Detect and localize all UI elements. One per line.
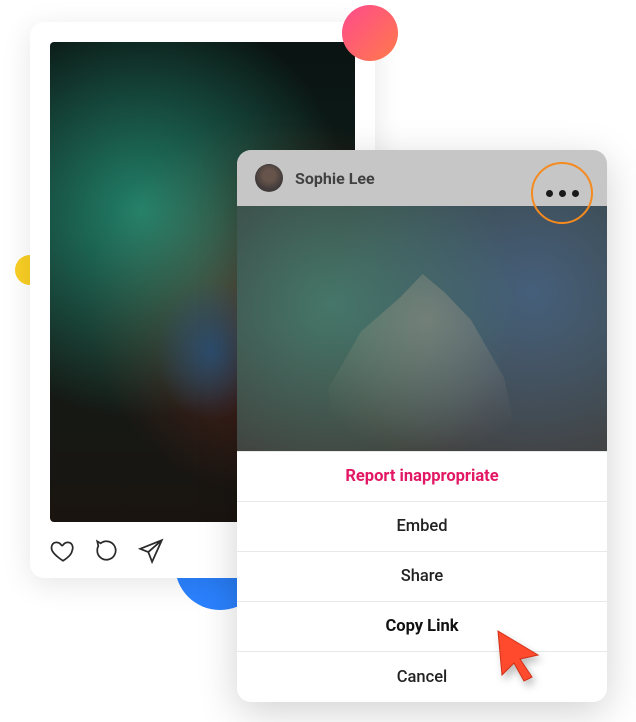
decor-circle-pink [342,5,398,61]
menu-embed[interactable]: Embed [237,502,607,552]
menu-cancel[interactable]: Cancel [237,652,607,702]
menu-report[interactable]: Report inappropriate [237,452,607,502]
more-icon [546,190,553,197]
more-icon [559,190,566,197]
menu-share[interactable]: Share [237,552,607,602]
heart-icon[interactable] [50,538,76,564]
post-card-front: Sophie Lee Report inappropriate Embed Sh… [237,150,607,702]
comment-icon[interactable] [94,538,120,564]
post-header: Sophie Lee [237,150,607,206]
action-sheet: Report inappropriate Embed Share Copy Li… [237,451,607,702]
avatar[interactable] [255,164,283,192]
more-icon [572,190,579,197]
username-label[interactable]: Sophie Lee [295,169,375,188]
more-options-button[interactable] [531,162,593,224]
menu-copy-link[interactable]: Copy Link [237,602,607,652]
post-image[interactable] [237,206,607,451]
send-icon[interactable] [138,538,164,564]
cursor-icon [494,627,544,683]
